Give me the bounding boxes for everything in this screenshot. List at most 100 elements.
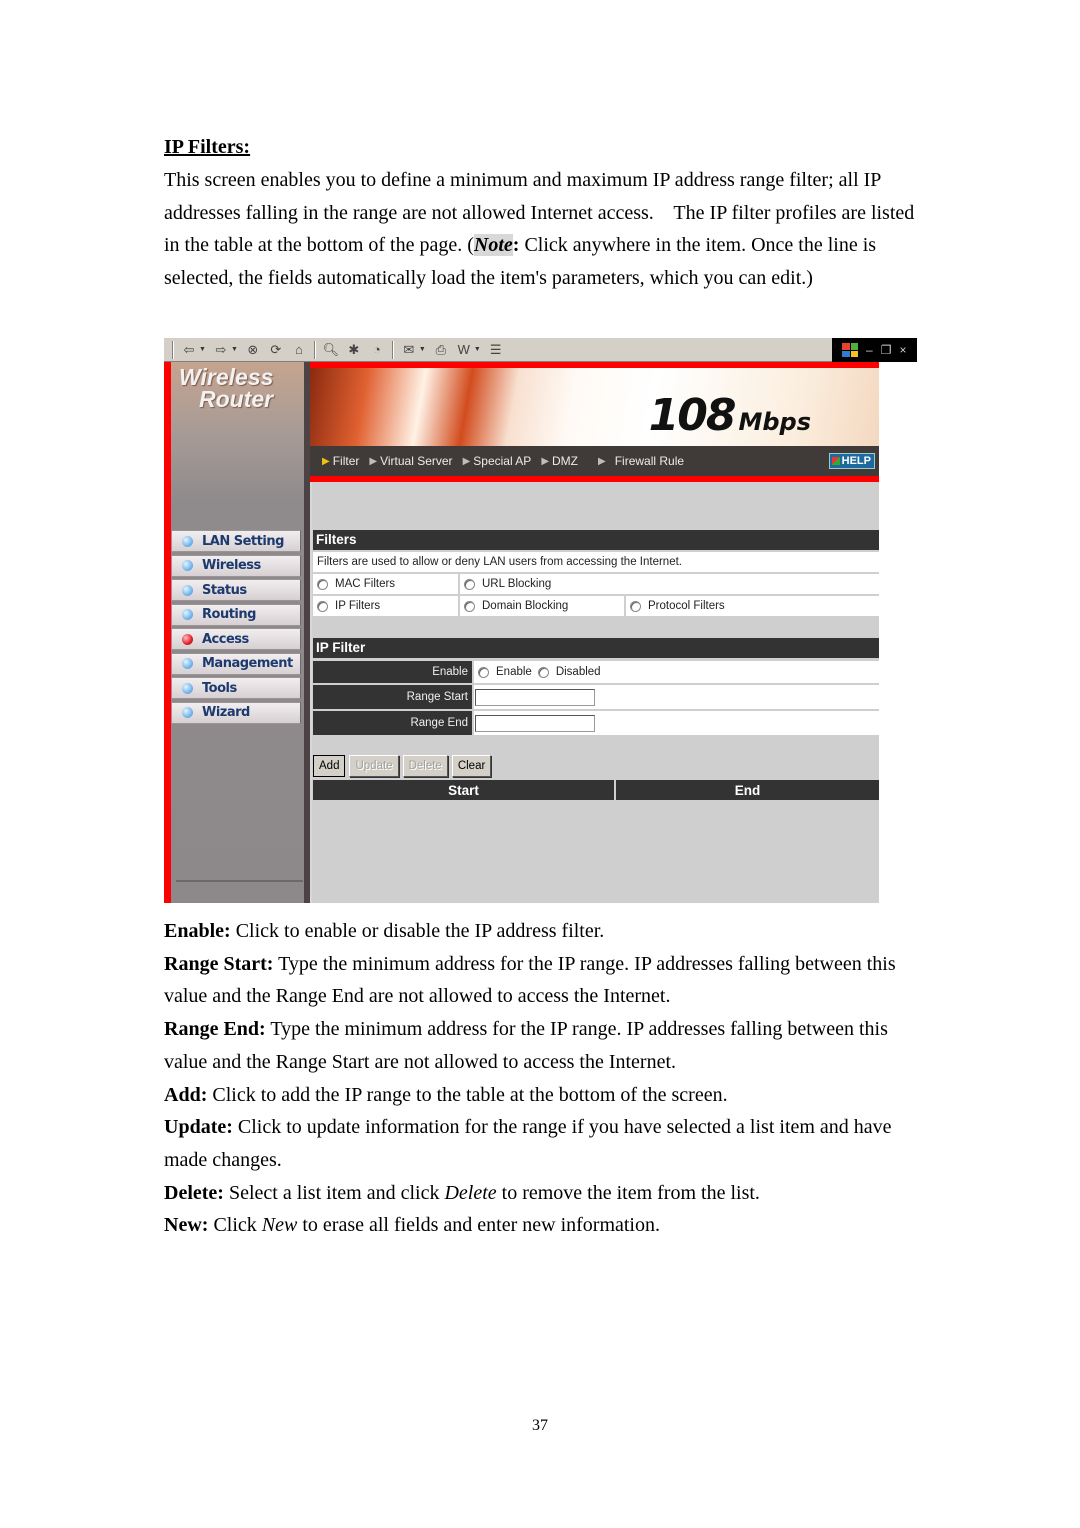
range-end-row: Range End <box>313 711 879 737</box>
window-controls: – ❐ × <box>832 338 917 362</box>
refresh-icon[interactable]: ⟳ <box>268 342 284 358</box>
forward-icon[interactable]: ⇨ <box>213 342 229 358</box>
desc-text: Type the minimum address for the IP rang… <box>164 952 896 1008</box>
bullet-icon <box>182 535 193 547</box>
favorites-icon[interactable]: ✱ <box>346 342 362 358</box>
desc-text: Click to add the IP range to the table a… <box>207 1083 728 1106</box>
radio-mac-filters[interactable] <box>317 578 328 590</box>
print-icon[interactable]: ⎙ <box>433 342 449 358</box>
stop-icon[interactable]: ⊗ <box>245 342 261 358</box>
mail-dropdown-icon[interactable]: ▼ <box>419 346 426 353</box>
nav-special-ap[interactable]: ▶ Special AP <box>463 454 532 468</box>
range-start-input[interactable] <box>475 688 595 706</box>
menu-item-lan-setting[interactable]: LAN Setting <box>171 530 301 552</box>
history-icon[interactable]: ◔ <box>369 342 385 358</box>
add-button[interactable]: Add <box>313 755 346 777</box>
option-mac-filters[interactable]: MAC Filters <box>313 574 460 594</box>
option-label: URL Blocking <box>482 578 552 590</box>
range-start-label: Range Start <box>313 685 474 709</box>
edit-icon[interactable]: W <box>456 342 472 358</box>
menu-label: Access <box>202 631 249 647</box>
field-descriptions: Enable: Click to enable or disable the I… <box>164 915 924 1242</box>
bullet-icon <box>182 584 193 596</box>
update-button[interactable]: Update <box>349 755 399 777</box>
help-icon <box>831 457 840 465</box>
desc-add: Add: Click to add the IP range to the ta… <box>164 1079 924 1112</box>
menu-item-status[interactable]: Status <box>171 579 301 601</box>
desc-range-start: Range Start: Type the minimum address fo… <box>164 948 924 1013</box>
option-protocol-filters[interactable]: Protocol Filters <box>626 596 879 616</box>
help-button[interactable]: HELP <box>828 453 875 469</box>
menu-label: LAN Setting <box>202 533 284 549</box>
intro-paragraph: This screen enables you to define a mini… <box>164 164 924 294</box>
nav-label: Filter <box>332 454 360 468</box>
close-icon[interactable]: × <box>899 343 906 357</box>
filters-header: Filters <box>313 530 879 550</box>
nav-filter[interactable]: ▶ Filter <box>322 454 359 468</box>
range-end-input[interactable] <box>475 714 595 732</box>
back-icon[interactable]: ⇦ <box>181 342 197 358</box>
option-label: Domain Blocking <box>482 600 569 612</box>
desc-text: Click to update information for the rang… <box>164 1116 892 1171</box>
nav-arrow-icon: ▶ <box>541 455 550 467</box>
toolbar-separator <box>313 340 316 359</box>
nav-dmz[interactable]: ▶ DMZ <box>541 454 578 468</box>
toolbar-grip <box>172 340 174 359</box>
nav-label: Virtual Server <box>380 454 453 468</box>
menu-item-tools[interactable]: Tools <box>171 677 301 699</box>
option-label: IP Filters <box>335 600 381 612</box>
toolbar-separator <box>391 340 394 359</box>
desc-term: Range Start: <box>164 952 274 975</box>
option-label: MAC Filters <box>335 578 396 590</box>
range-end-cell <box>474 711 879 735</box>
minimize-icon[interactable]: – <box>866 343 873 357</box>
bullet-icon <box>182 707 193 718</box>
menu-item-access[interactable]: Access <box>171 628 301 650</box>
menu-item-wizard[interactable]: Wizard <box>171 701 301 724</box>
ip-filter-header: IP Filter <box>313 638 879 658</box>
mail-icon[interactable]: ✉ <box>401 342 417 358</box>
left-pane-rule <box>176 880 303 882</box>
clear-button[interactable]: Clear <box>451 755 492 777</box>
action-buttons: Add Update Delete Clear <box>313 755 879 777</box>
option-domain-blocking[interactable]: Domain Blocking <box>460 596 626 616</box>
radio-disabled[interactable] <box>537 666 549 678</box>
radio-ip-filters[interactable] <box>317 600 328 612</box>
radio-protocol-filters[interactable] <box>630 600 641 612</box>
radio-domain-blocking[interactable] <box>464 600 475 612</box>
radio-url-blocking[interactable] <box>464 578 475 590</box>
delete-button[interactable]: Delete <box>402 755 448 777</box>
option-ip-filters[interactable]: IP Filters <box>313 596 460 616</box>
menu-item-wireless[interactable]: Wireless <box>171 554 301 577</box>
top-nav: ▶ Filter ▶ Virtual Server ▶ Special AP ▶ DMZ… <box>310 446 879 476</box>
active-bullet-icon <box>182 633 193 645</box>
bullet-icon <box>182 560 193 571</box>
menu-item-management[interactable]: Management <box>171 652 301 675</box>
desc-text: to remove the item from the list. <box>496 1181 760 1204</box>
radio-enable[interactable] <box>478 666 489 678</box>
filter-type-row-1: MAC Filters URL Blocking <box>313 574 879 596</box>
range-start-cell <box>474 685 879 709</box>
menu-item-routing[interactable]: Routing <box>171 603 301 626</box>
discuss-icon[interactable]: ☰ <box>488 342 504 358</box>
main-content: Filters Filters are used to allow or den… <box>313 482 879 800</box>
note-label: Note <box>473 234 513 257</box>
desc-emphasis: Delete <box>444 1181 497 1204</box>
back-dropdown-icon[interactable]: ▼ <box>199 346 206 353</box>
desc-range-end: Range End: Type the minimum address for … <box>164 1013 924 1078</box>
restore-icon[interactable]: ❐ <box>881 343 892 357</box>
option-url-blocking[interactable]: URL Blocking <box>460 574 879 594</box>
side-menu: LAN Setting Wireless Status Routing Acce… <box>171 530 301 726</box>
browser-toolbar: ⇦ ▼ ⇨ ▼ ⊗ ⟳ ⌂ 🔍︎ ✱ ◔ ✉ ▼ ⎙ W ▼ ☰ <box>164 338 832 362</box>
desc-delete: Delete: Select a list item and click Del… <box>164 1177 924 1210</box>
desc-term: Range End: <box>164 1018 266 1041</box>
search-icon[interactable]: 🔍︎ <box>323 342 340 358</box>
enable-label: Enable <box>313 661 474 683</box>
home-icon[interactable]: ⌂ <box>291 342 307 358</box>
windows-logo-icon <box>842 343 858 357</box>
nav-firewall-rule[interactable]: ▶ Firewall Rule <box>598 454 684 468</box>
brand-logo: Wireless Router <box>179 366 273 411</box>
edit-dropdown-icon[interactable]: ▼ <box>474 346 481 353</box>
forward-dropdown-icon[interactable]: ▼ <box>231 346 238 353</box>
nav-virtual-server[interactable]: ▶ Virtual Server <box>369 454 452 468</box>
